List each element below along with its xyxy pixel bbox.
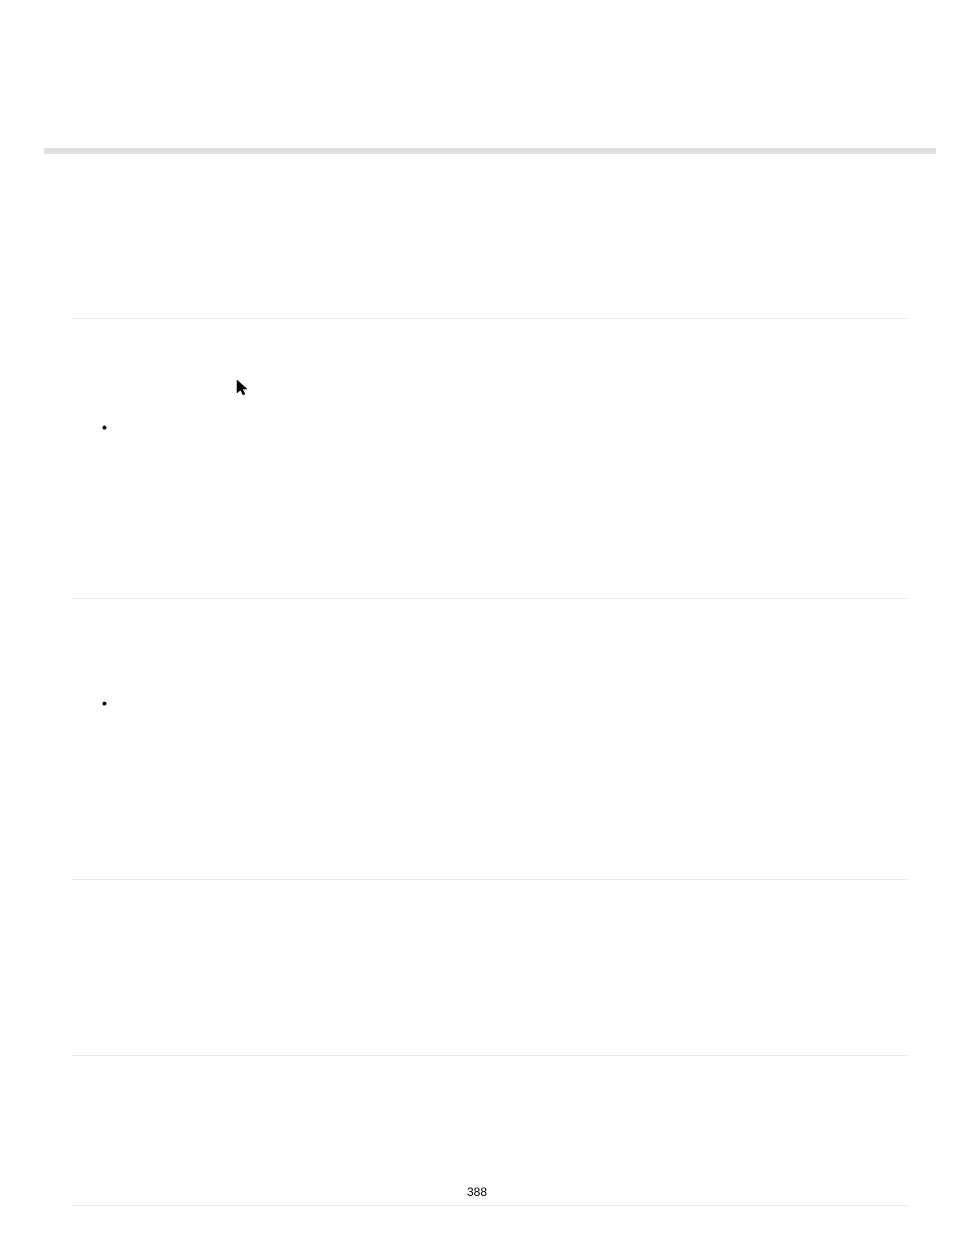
header-bar xyxy=(44,148,936,154)
page-content xyxy=(72,318,908,1206)
section-divider-5 xyxy=(72,1205,908,1206)
section-divider-1 xyxy=(72,318,908,319)
section-divider-2 xyxy=(72,598,908,599)
section-2 xyxy=(72,691,908,879)
section-1 xyxy=(72,415,908,598)
section-4 xyxy=(72,1056,908,1205)
section-3 xyxy=(72,880,908,1055)
page-number: 388 xyxy=(0,1185,954,1199)
